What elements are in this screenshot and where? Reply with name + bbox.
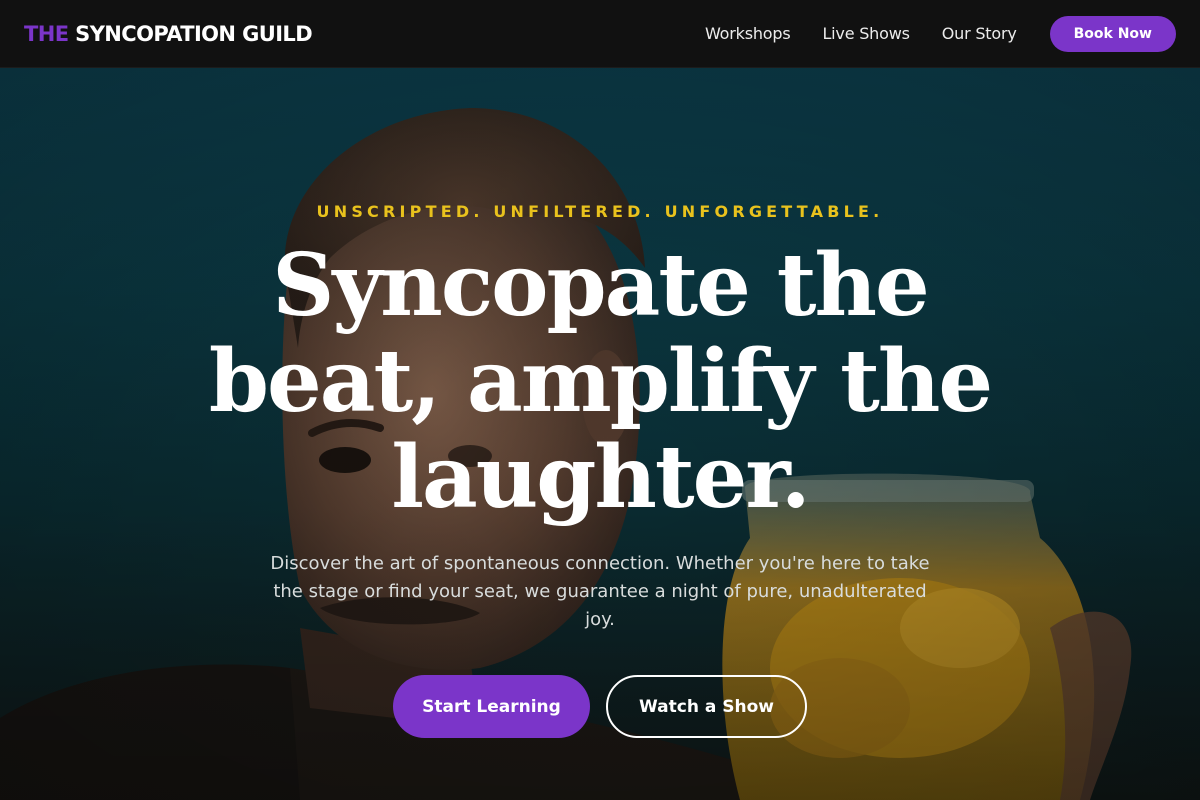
top-navigation: THE SYNCOPATION GUILD Workshops Live Sho… bbox=[0, 0, 1200, 68]
hero-subtext: Discover the art of spontaneous connecti… bbox=[270, 553, 930, 630]
logo-accent-text: THE bbox=[24, 21, 69, 46]
nav-link-our-story[interactable]: Our Story bbox=[942, 24, 1017, 43]
nav-links: Workshops Live Shows Our Story Book Now bbox=[673, 15, 1176, 52]
hero-headline: Syncopate the beat, amplify the laughter… bbox=[208, 235, 993, 528]
nav-link-workshops[interactable]: Workshops bbox=[705, 24, 791, 43]
book-now-button[interactable]: Book Now bbox=[1049, 15, 1176, 52]
hero-tagline: UNSCRIPTED. UNFILTERED. UNFORGETTABLE. bbox=[316, 202, 884, 221]
hero-section: UNSCRIPTED. UNFILTERED. UNFORGETTABLE. S… bbox=[0, 68, 1200, 800]
hero-cta-row: Start Learning Watch a Show bbox=[0, 675, 1200, 738]
start-learning-button[interactable]: Start Learning bbox=[393, 675, 590, 738]
site-logo[interactable]: THE SYNCOPATION GUILD bbox=[24, 21, 313, 46]
watch-show-button[interactable]: Watch a Show bbox=[606, 675, 807, 738]
hero-content: UNSCRIPTED. UNFILTERED. UNFORGETTABLE. S… bbox=[0, 68, 1200, 800]
nav-link-live-shows[interactable]: Live Shows bbox=[822, 24, 909, 43]
logo-main-text: SYNCOPATION GUILD bbox=[75, 21, 313, 46]
